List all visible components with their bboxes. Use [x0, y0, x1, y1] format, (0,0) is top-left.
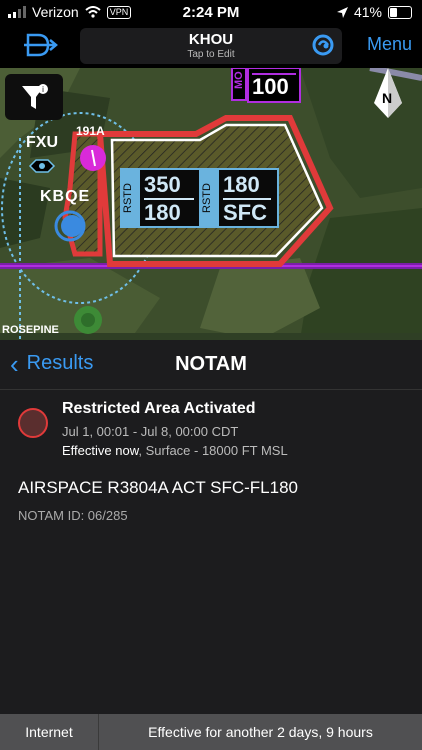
airway-label: 191A — [76, 124, 105, 138]
moa-label: MO — [233, 71, 245, 89]
direct-to-icon[interactable] — [24, 30, 60, 60]
panel-title: NOTAM — [175, 353, 247, 375]
bottom-status-bar: Internet Effective for another 2 days, 9… — [0, 714, 422, 750]
panel-header: ‹ Results NOTAM — [0, 340, 422, 390]
effective-range: , Surface - 18000 FT MSL — [138, 443, 288, 458]
rstd-top-1: 350 — [144, 172, 181, 197]
battery-icon — [388, 5, 412, 19]
rosepine-label: ROSEPINE — [2, 324, 59, 336]
effective-duration: Effective for another 2 days, 9 hours — [148, 724, 373, 740]
restricted-block-2: RSTD 180 SFC — [199, 168, 279, 228]
menu-button[interactable]: Menu — [367, 34, 412, 55]
restricted-block-1: RSTD 350 180 — [120, 168, 202, 228]
notam-title: Restricted Area Activated — [62, 400, 256, 417]
location-arrow-icon — [336, 6, 348, 18]
north-arrow[interactable]: N — [382, 90, 392, 106]
rstd-tag-1: RSTD — [122, 170, 140, 226]
airport-code: KHOU — [188, 31, 234, 48]
map-view[interactable]: i FXU KBQE 191A ROSEPINE N MO 100 RSTD 3… — [0, 68, 422, 340]
effective-now: Effective now — [62, 443, 139, 458]
status-bar: Verizon VPN 2:24 PM 41% — [0, 0, 422, 26]
rstd-tag-2: RSTD — [201, 170, 219, 226]
kbqe-label: KBQE — [40, 188, 91, 205]
top-nav-bar: KHOU Tap to Edit Menu — [0, 26, 422, 68]
tap-to-edit-hint: Tap to Edit — [187, 49, 235, 60]
notam-panel: ‹ Results NOTAM Restricted Area Activate… — [0, 340, 422, 714]
rstd-top-2: 180 — [223, 172, 260, 197]
svg-text:i: i — [42, 85, 44, 94]
moa-altitude: 100 — [252, 74, 289, 99]
airport-selector[interactable]: KHOU Tap to Edit — [80, 28, 342, 64]
rstd-bottom-1: 180 — [144, 200, 181, 225]
restricted-status-icon — [18, 408, 48, 438]
notam-dates: Jul 1, 00:01 - Jul 8, 00:00 CDT — [62, 424, 239, 439]
notam-text: AIRSPACE R3804A ACT SFC-FL180 — [18, 478, 298, 497]
connection-status: Internet — [0, 714, 99, 750]
fxu-label: FXU — [26, 134, 58, 151]
filter-funnel-icon: i — [22, 84, 48, 109]
status-right: 41% — [336, 4, 412, 20]
rstd-bottom-2: SFC — [223, 200, 267, 225]
notam-effective: Effective now, Surface - 18000 FT MSL — [62, 443, 288, 458]
filter-button[interactable]: i — [5, 74, 63, 120]
layers-icon[interactable] — [312, 34, 336, 56]
battery-percent: 41% — [353, 4, 382, 20]
notam-id: NOTAM ID: 06/285 — [18, 508, 128, 523]
